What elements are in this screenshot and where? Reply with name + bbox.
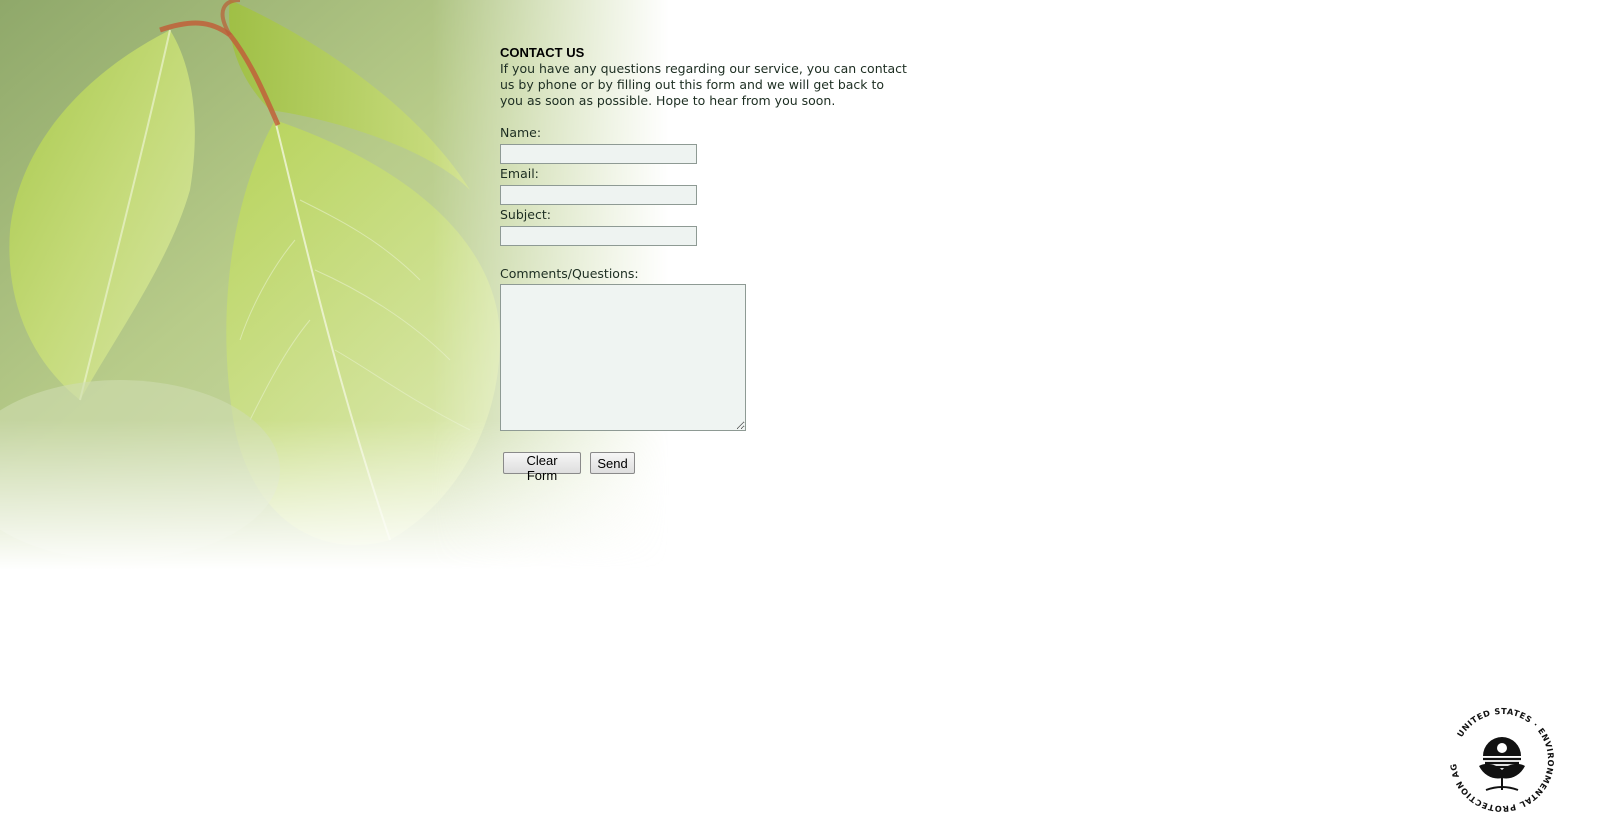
subject-input[interactable] (500, 226, 697, 246)
page: CONTACT US If you have any questions reg… (0, 0, 1600, 839)
contact-form: Name: Email: Subject: Comments/Questions… (500, 125, 920, 483)
comments-label: Comments/Questions: (500, 266, 639, 281)
comments-textarea[interactable] (500, 284, 746, 431)
name-input[interactable] (500, 144, 697, 164)
contact-title: CONTACT US (500, 45, 585, 60)
email-label: Email: (500, 166, 539, 181)
subject-label: Subject: (500, 207, 551, 222)
send-button[interactable]: Send (590, 452, 635, 474)
contact-intro-text: If you have any questions regarding our … (500, 61, 907, 108)
contact-section: CONTACT US If you have any questions reg… (500, 45, 920, 483)
epa-seal-icon: UNITED STATES · ENVIRONMENTAL PROTECTION… (1442, 696, 1558, 816)
email-input[interactable] (500, 185, 697, 205)
name-label: Name: (500, 125, 542, 140)
clear-form-button[interactable]: Clear Form (503, 452, 581, 483)
form-buttons: Clear Form Send (503, 452, 920, 483)
